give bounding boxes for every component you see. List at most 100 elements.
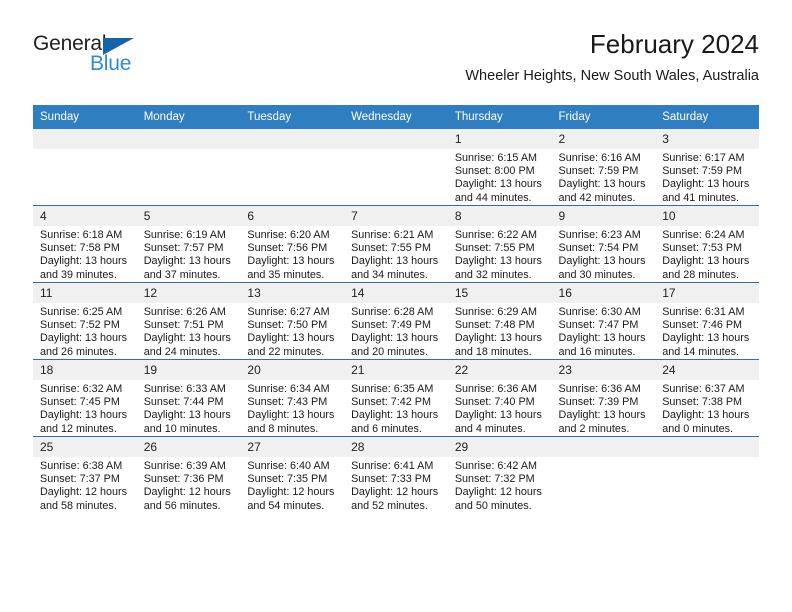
- calendar-day-cell[interactable]: 9 Sunrise: 6:23 AM Sunset: 7:54 PM Daylight…: [551, 205, 656, 283]
- calendar-day-cell[interactable]: 1 Sunrise: 6:15 AM Sunset: 8:00 PM Daylight…: [447, 129, 552, 206]
- calendar-body: 1 Sunrise: 6:15 AM Sunset: 8:00 PM Daylight…: [33, 129, 759, 513]
- daylight-duration-line1: Daylight: 13 hours: [454, 332, 542, 345]
- day-number: 6: [240, 206, 345, 226]
- sunset-time: Sunset: 7:50 PM: [247, 319, 328, 332]
- daylight-duration-line2: and 14 minutes.: [662, 345, 740, 358]
- logo-text-blue: Blue: [90, 52, 132, 75]
- daylight-duration-line1: Daylight: 13 hours: [662, 255, 750, 268]
- daylight-duration-line1: Daylight: 13 hours: [351, 332, 439, 345]
- sunrise-time: Sunrise: 6:18 AM: [40, 229, 123, 241]
- day-details: Sunrise: 6:37 AM Sunset: 7:38 PM Daylight:…: [655, 380, 759, 436]
- day-number: 9: [551, 206, 656, 226]
- day-number: 1: [447, 129, 552, 149]
- day-number: 8: [447, 206, 552, 226]
- day-details: Sunrise: 6:20 AM Sunset: 7:56 PM Daylight:…: [240, 226, 344, 282]
- calendar-day-cell[interactable]: 26 Sunrise: 6:39 AM Sunset: 7:36 PM Dayligh…: [136, 436, 241, 513]
- calendar-day-cell[interactable]: 7 Sunrise: 6:21 AM Sunset: 7:55 PM Daylight…: [344, 205, 448, 283]
- calendar-day-cell[interactable]: 15 Sunrise: 6:29 AM Sunset: 7:48 PM Dayligh…: [447, 282, 552, 360]
- day-number: 26: [136, 437, 241, 457]
- calendar-day-cell[interactable]: 4 Sunrise: 6:18 AM Sunset: 7:58 PM Daylight…: [33, 205, 137, 283]
- daylight-duration-line2: and 12 minutes.: [40, 422, 117, 435]
- day-number: [240, 129, 345, 149]
- day-details: Sunrise: 6:26 AM Sunset: 7:51 PM Daylight:…: [137, 303, 241, 359]
- day-details: Sunrise: 6:41 AM Sunset: 7:33 PM Daylight:…: [344, 457, 448, 513]
- calendar-day-cell[interactable]: 21 Sunrise: 6:35 AM Sunset: 7:42 PM Dayligh…: [344, 359, 448, 437]
- calendar-day-cell[interactable]: 5 Sunrise: 6:19 AM Sunset: 7:57 PM Daylight…: [136, 205, 241, 283]
- daylight-duration-line1: Daylight: 13 hours: [454, 255, 542, 268]
- day-details: Sunrise: 6:15 AM Sunset: 8:00 PM Daylight:…: [448, 149, 552, 205]
- day-number: [551, 437, 656, 457]
- calendar-day-cell[interactable]: 13 Sunrise: 6:27 AM Sunset: 7:50 PM Dayligh…: [240, 282, 345, 360]
- day-details: Sunrise: 6:22 AM Sunset: 7:55 PM Daylight:…: [448, 226, 552, 282]
- daylight-duration-line2: and 32 minutes.: [454, 268, 532, 281]
- sunset-time: Sunset: 7:42 PM: [351, 396, 431, 409]
- daylight-duration-line1: Daylight: 12 hours: [351, 486, 439, 499]
- weekday-header-monday: Monday: [136, 105, 241, 129]
- day-number: 28: [344, 437, 448, 457]
- calendar-day-cell[interactable]: 12 Sunrise: 6:26 AM Sunset: 7:51 PM Dayligh…: [136, 282, 241, 360]
- day-number: 2: [551, 129, 656, 149]
- calendar-day-cell[interactable]: 23 Sunrise: 6:36 AM Sunset: 7:39 PM Dayligh…: [551, 359, 656, 437]
- calendar-day-cell[interactable]: 29 Sunrise: 6:42 AM Sunset: 7:32 PM Dayligh…: [447, 436, 552, 513]
- day-details: Sunrise: 6:27 AM Sunset: 7:50 PM Daylight:…: [240, 303, 344, 359]
- weekday-header-saturday: Saturday: [655, 105, 759, 129]
- day-number: [344, 129, 448, 149]
- calendar-day-cell[interactable]: 28 Sunrise: 6:41 AM Sunset: 7:33 PM Dayligh…: [344, 436, 448, 513]
- day-details: Sunrise: 6:32 AM Sunset: 7:45 PM Daylight:…: [33, 380, 137, 436]
- calendar-day-cell[interactable]: 10 Sunrise: 6:24 AM Sunset: 7:53 PM Dayligh…: [655, 205, 759, 283]
- daylight-duration-line2: and 28 minutes.: [662, 268, 740, 281]
- calendar-day-cell[interactable]: 3 Sunrise: 6:17 AM Sunset: 7:59 PM Daylight…: [655, 129, 759, 206]
- daylight-duration-line1: Daylight: 13 hours: [454, 409, 542, 422]
- sunset-time: Sunset: 7:51 PM: [143, 319, 224, 332]
- daylight-duration-line2: and 52 minutes.: [351, 499, 428, 512]
- sunrise-time: Sunrise: 6:29 AM: [454, 306, 538, 318]
- calendar-day-cell[interactable]: 24 Sunrise: 6:37 AM Sunset: 7:38 PM Dayligh…: [655, 359, 759, 437]
- sunset-time: Sunset: 7:48 PM: [454, 319, 535, 332]
- calendar-day-cell[interactable]: 22 Sunrise: 6:36 AM Sunset: 7:40 PM Dayligh…: [447, 359, 552, 437]
- daylight-duration-line1: Daylight: 13 hours: [247, 409, 335, 422]
- calendar-day-cell[interactable]: 11 Sunrise: 6:25 AM Sunset: 7:52 PM Dayligh…: [33, 282, 137, 360]
- general-blue-logo[interactable]: General Blue: [33, 32, 233, 84]
- daylight-duration-line2: and 24 minutes.: [143, 345, 221, 358]
- day-details: Sunrise: 6:36 AM Sunset: 7:39 PM Daylight:…: [552, 380, 656, 436]
- sunrise-time: Sunrise: 6:36 AM: [558, 383, 641, 395]
- daylight-duration-line1: Daylight: 13 hours: [143, 409, 231, 422]
- sunrise-time: Sunrise: 6:27 AM: [247, 306, 330, 318]
- sunrise-time: Sunrise: 6:24 AM: [662, 229, 745, 241]
- sunrise-time: Sunrise: 6:26 AM: [143, 306, 226, 318]
- calendar-day-cell[interactable]: 6 Sunrise: 6:20 AM Sunset: 7:56 PM Daylight…: [240, 205, 345, 283]
- calendar-day-cell[interactable]: 16 Sunrise: 6:30 AM Sunset: 7:47 PM Dayligh…: [551, 282, 656, 360]
- calendar-day-cell[interactable]: 19 Sunrise: 6:33 AM Sunset: 7:44 PM Dayligh…: [136, 359, 241, 437]
- daylight-duration-line1: Daylight: 13 hours: [351, 255, 439, 268]
- calendar-day-cell[interactable]: 25 Sunrise: 6:38 AM Sunset: 7:37 PM Dayligh…: [33, 436, 137, 513]
- calendar-day-cell[interactable]: 20 Sunrise: 6:34 AM Sunset: 7:43 PM Dayligh…: [240, 359, 345, 437]
- day-details: Sunrise: 6:25 AM Sunset: 7:52 PM Daylight:…: [33, 303, 137, 359]
- daylight-duration-line2: and 44 minutes.: [454, 191, 532, 204]
- daylight-duration-line1: Daylight: 12 hours: [247, 486, 335, 499]
- calendar-day-cell[interactable]: 8 Sunrise: 6:22 AM Sunset: 7:55 PM Daylight…: [447, 205, 552, 283]
- calendar-day-cell[interactable]: 14 Sunrise: 6:28 AM Sunset: 7:49 PM Dayligh…: [344, 282, 448, 360]
- daylight-duration-line2: and 58 minutes.: [40, 499, 117, 512]
- day-number: 15: [447, 283, 552, 303]
- page-subtitle: Wheeler Heights, New South Wales, Austra…: [465, 68, 759, 84]
- sunset-time: Sunset: 7:33 PM: [351, 473, 431, 486]
- calendar-day-cell[interactable]: 17 Sunrise: 6:31 AM Sunset: 7:46 PM Dayligh…: [655, 282, 759, 360]
- sunrise-time: Sunrise: 6:32 AM: [40, 383, 123, 395]
- day-details: [137, 149, 241, 152]
- day-details: [33, 149, 137, 152]
- calendar-day-cell[interactable]: 18 Sunrise: 6:32 AM Sunset: 7:45 PM Dayligh…: [33, 359, 137, 437]
- daylight-duration-line1: Daylight: 12 hours: [454, 486, 542, 499]
- daylight-duration-line2: and 22 minutes.: [247, 345, 325, 358]
- day-number: 18: [33, 360, 137, 380]
- daylight-duration-line1: Daylight: 13 hours: [662, 332, 750, 345]
- day-number: 13: [240, 283, 345, 303]
- calendar-day-cell[interactable]: 2 Sunrise: 6:16 AM Sunset: 7:59 PM Daylight…: [551, 129, 656, 206]
- sunset-time: Sunset: 7:52 PM: [40, 319, 120, 332]
- day-number: 29: [447, 437, 552, 457]
- sunrise-time: Sunrise: 6:15 AM: [454, 152, 538, 164]
- day-number: 21: [344, 360, 448, 380]
- day-number: 27: [240, 437, 345, 457]
- daylight-duration-line2: and 42 minutes.: [558, 191, 636, 204]
- calendar-day-cell[interactable]: 27 Sunrise: 6:40 AM Sunset: 7:35 PM Dayligh…: [240, 436, 345, 513]
- day-details: Sunrise: 6:16 AM Sunset: 7:59 PM Daylight:…: [552, 149, 656, 205]
